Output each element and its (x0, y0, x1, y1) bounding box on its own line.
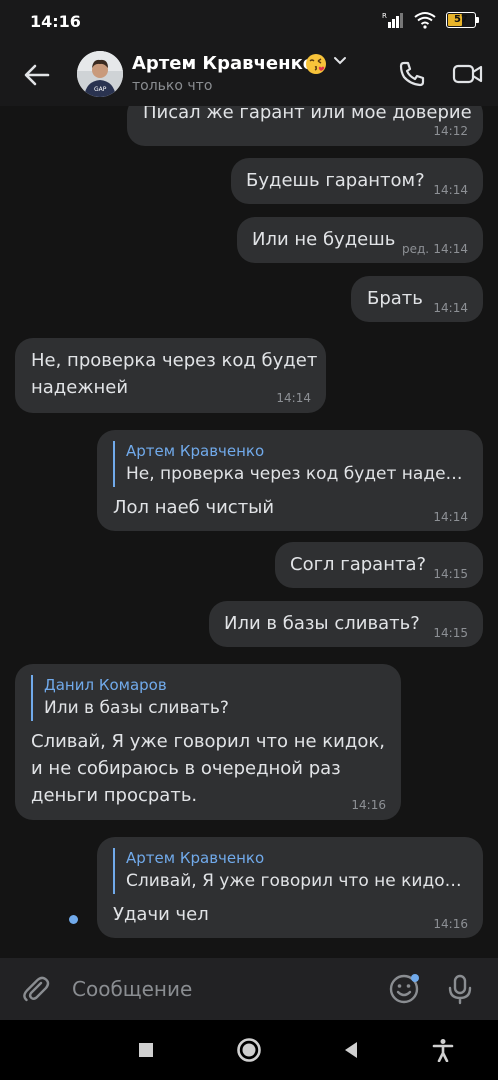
reply-text: Или в базы сливать? (44, 698, 229, 718)
message-time: 14:12 (433, 124, 468, 138)
circle-icon (237, 1038, 261, 1062)
message-bubble-out[interactable]: Артем Кравченко Не, проверка через код б… (97, 430, 483, 531)
wifi-icon (414, 12, 436, 29)
message-composer (0, 958, 498, 1020)
message-text-line: надежней (31, 377, 129, 398)
message-bubble-out[interactable]: Брать 14:14 (351, 276, 483, 322)
message-input[interactable] (72, 972, 372, 1006)
message-text: Согл гаранта? (290, 554, 427, 575)
reply-text: Не, проверка через код будет надеж... (126, 464, 465, 484)
message-time: 14:16 (351, 798, 386, 812)
reply-quote[interactable]: Артем Кравченко Не, проверка через код б… (113, 441, 465, 487)
reply-author: Артем Кравченко (126, 849, 265, 867)
accessibility-icon (432, 1039, 454, 1062)
unread-indicator (69, 915, 78, 924)
voice-message-button[interactable] (442, 971, 478, 1007)
call-button[interactable] (394, 56, 430, 92)
message-time: 14:15 (433, 626, 468, 640)
kissing-face-icon (306, 54, 326, 74)
back-nav-button[interactable] (336, 1035, 366, 1065)
message-text: Лол наеб чистый (113, 497, 275, 518)
message-time: 14:14 (433, 242, 468, 256)
phone-icon (399, 61, 425, 87)
avatar[interactable]: GAP (77, 51, 123, 97)
microphone-icon (448, 974, 472, 1005)
home-button[interactable] (234, 1035, 264, 1065)
message-bubble-out[interactable]: Или в базы сливать? 14:15 (209, 601, 483, 647)
reply-text: Сливай, Я уже говорил что не кидок,... (126, 871, 465, 891)
message-bubble-in[interactable]: Данил Комаров Или в базы сливать? Сливай… (15, 664, 401, 820)
message-text: Брать (367, 288, 423, 309)
svg-text:R: R (382, 12, 387, 20)
message-text: Удачи чел (113, 904, 209, 925)
avatar-photo-icon: GAP (77, 51, 123, 97)
status-icons: R 57 (382, 11, 479, 29)
video-camera-icon (452, 64, 483, 84)
reply-author: Артем Кравченко (126, 442, 265, 460)
triangle-left-icon (345, 1042, 357, 1058)
message-time: 14:14 (433, 301, 468, 315)
message-bubble-out[interactable]: Будешь гарантом? 14:14 (231, 158, 483, 204)
message-time: 14:14 (276, 391, 311, 405)
square-icon (139, 1043, 153, 1057)
message-list[interactable]: Писал же гарант или мое доверие 14:12 Бу… (0, 106, 498, 958)
notification-dot (411, 974, 419, 982)
accessibility-button[interactable] (428, 1035, 458, 1065)
message-bubble-out[interactable]: Или не будешь ред. 14:14 (237, 217, 483, 263)
signal-icon: R (382, 12, 403, 28)
back-button[interactable] (18, 56, 56, 94)
message-bubble-out[interactable]: Писал же гарант или мое доверие 14:12 (127, 106, 483, 146)
message-bubble-out[interactable]: Артем Кравченко Сливай, Я уже говорил чт… (97, 837, 483, 938)
message-time: 14:15 (433, 567, 468, 581)
message-edited-label: ред. (402, 242, 430, 256)
reply-quote[interactable]: Данил Комаров Или в базы сливать? (31, 675, 383, 721)
arrow-left-icon (24, 64, 50, 86)
message-text-line: и не собираюсь в очередной раз (31, 758, 341, 779)
attach-button[interactable] (18, 971, 54, 1007)
message-text: Или в базы сливать? (224, 613, 420, 634)
chat-header: GAP Артем Кравченко только что (0, 44, 498, 106)
reply-author: Данил Комаров (44, 676, 167, 694)
message-text-line: Не, проверка через код будет (31, 350, 318, 371)
contact-status: только что (132, 78, 213, 94)
message-bubble-in[interactable]: Не, проверка через код будет надежней 14… (15, 338, 326, 413)
status-time: 14:16 (30, 12, 81, 31)
video-call-button[interactable] (448, 56, 488, 92)
message-text: Или не будешь (252, 229, 396, 250)
battery-level-text: 57 (454, 14, 468, 25)
status-bar: 14:16 R 57 (0, 0, 498, 44)
system-nav-bar (0, 1020, 498, 1080)
svg-text:GAP: GAP (94, 86, 107, 93)
message-text: Будешь гарантом? (246, 170, 425, 191)
paperclip-icon (23, 976, 50, 1002)
message-text: Писал же гарант или мое доверие (143, 106, 472, 123)
recents-button[interactable] (131, 1035, 161, 1065)
emoji-button[interactable] (386, 971, 422, 1007)
reply-quote[interactable]: Артем Кравченко Сливай, Я уже говорил чт… (113, 848, 465, 894)
contact-name[interactable]: Артем Кравченко (132, 53, 315, 74)
message-bubble-out[interactable]: Согл гаранта? 14:15 (275, 542, 483, 588)
message-time: 14:14 (433, 510, 468, 524)
message-time: 14:14 (433, 183, 468, 197)
message-text-line: деньги просрать. (31, 785, 198, 806)
chevron-down-icon[interactable] (333, 56, 347, 66)
message-time: 14:16 (433, 917, 468, 931)
battery-icon: 57 (446, 12, 479, 28)
message-text-line: Сливай, Я уже говорил что не кидок, (31, 731, 385, 752)
